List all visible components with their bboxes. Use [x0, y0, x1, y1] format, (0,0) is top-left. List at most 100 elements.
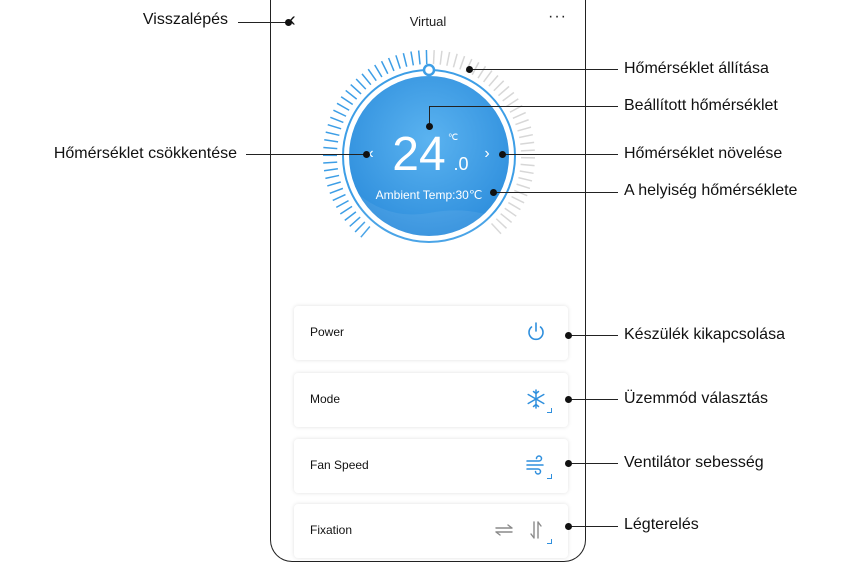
dial-tick	[511, 195, 525, 204]
dial-tick	[345, 89, 358, 100]
wind-icon[interactable]	[524, 453, 548, 477]
dial-tick	[323, 146, 338, 150]
leader-decrease	[246, 154, 366, 155]
callout-decrease: Hőmérséklet csökkentése	[53, 145, 237, 162]
dial-tick	[329, 187, 344, 194]
setpoint-value: 24	[392, 128, 445, 181]
dial-tick	[452, 53, 458, 68]
dial-tick	[327, 123, 342, 130]
increase-arrow[interactable]: ›	[484, 145, 489, 162]
dial-tick	[507, 201, 521, 211]
dial-tick	[335, 199, 349, 209]
marker-setpoint	[426, 123, 433, 130]
dial-tick	[482, 70, 493, 83]
power-label: Power	[310, 325, 345, 339]
marker-decrease	[363, 151, 370, 158]
leader-room-temp	[494, 192, 618, 193]
dial-tick	[380, 60, 389, 75]
callout-swing: Légterelés	[624, 516, 699, 533]
callout-adjust: Hőmérséklet állítása	[624, 60, 769, 77]
dial-tick	[517, 126, 532, 132]
fan-speed-more-indicator	[547, 474, 552, 479]
leader-back	[238, 22, 288, 23]
dial-tick	[488, 75, 499, 87]
fan-speed-label: Fan Speed	[310, 458, 369, 472]
leader-swing	[570, 526, 618, 527]
ambient-temperature: Ambient Temp:30℃	[376, 188, 483, 202]
dial-tick	[512, 111, 526, 119]
vertical-swing-icon[interactable]	[524, 518, 548, 542]
dial-tick	[515, 119, 529, 126]
dial-tick	[324, 139, 339, 143]
leader-power	[570, 335, 618, 336]
dial-tick	[349, 216, 361, 227]
fixation-card[interactable]: Fixation	[294, 504, 568, 558]
callout-setpoint: Beállított hőmérséklet	[624, 97, 778, 114]
dial-tick	[350, 83, 362, 95]
mode-card[interactable]: Mode	[294, 373, 568, 427]
setpoint-unit: ℃	[448, 132, 458, 142]
more-options-icon[interactable]: ···	[548, 8, 567, 26]
marker-adjust	[466, 66, 473, 73]
dial-tick	[332, 193, 346, 202]
dial-tick	[402, 52, 408, 67]
dial-tick	[323, 168, 338, 172]
callout-increase: Hőmérséklet növelése	[624, 145, 783, 162]
dial-tick	[336, 102, 350, 111]
dial-tick	[520, 163, 535, 167]
dial-tick	[417, 50, 421, 65]
power-card[interactable]: Power	[294, 306, 568, 360]
callout-back: Visszalépés	[142, 11, 228, 28]
horizontal-swing-icon[interactable]	[492, 518, 516, 542]
snowflake-icon[interactable]	[524, 387, 548, 411]
dial-tick	[516, 183, 531, 190]
fixation-label: Fixation	[310, 523, 353, 537]
mode-more-indicator	[547, 408, 552, 413]
dial-tick	[459, 55, 466, 70]
dial-tick	[327, 181, 341, 187]
dial-tick	[432, 50, 435, 65]
marker-room-temp	[490, 189, 497, 196]
dial-tick	[325, 131, 340, 137]
dial-tick	[446, 51, 451, 66]
dial-tick	[355, 78, 367, 90]
dial-tick	[387, 57, 395, 72]
leader-adjust	[470, 69, 618, 70]
callout-mode: Üzemmód választás	[624, 390, 769, 407]
dial-tick	[439, 50, 443, 65]
callout-room-temp: A helyiség hőmérséklete	[624, 182, 798, 199]
marker-swing	[565, 523, 572, 530]
dial-tick	[367, 68, 377, 82]
leader-mode	[570, 399, 618, 400]
power-icon[interactable]	[524, 320, 548, 344]
dial-tick	[518, 133, 533, 139]
fan-speed-card[interactable]: Fan Speed	[294, 439, 568, 493]
dial-tick	[323, 161, 338, 164]
dial-tick	[344, 211, 357, 221]
dial-tick	[410, 51, 415, 66]
setpoint-decimal: .0	[453, 154, 468, 174]
dial-tick	[520, 141, 535, 145]
marker-power	[565, 332, 572, 339]
page-title: Virtual	[409, 14, 447, 29]
callout-power: Készülék kikapcsolása	[624, 326, 785, 343]
dial-tick	[340, 96, 354, 106]
dial-tick	[497, 85, 510, 97]
leader-increase	[502, 154, 618, 155]
marker-back	[285, 19, 292, 26]
dial-tick	[502, 91, 515, 102]
marker-mode	[565, 396, 572, 403]
leader-setpoint	[430, 106, 618, 107]
temperature-dial[interactable]: ‹ › 24 ℃ .0 Ambient Temp:30℃	[271, 45, 586, 285]
mode-label: Mode	[310, 392, 341, 406]
dial-tick	[325, 174, 340, 180]
marker-increase	[499, 151, 506, 158]
dial-tick	[520, 149, 535, 152]
callout-fan: Ventilátor sebesség	[624, 454, 764, 471]
phone-screen: ‹ Virtual ··· ‹ › 24 ℃ .0 Ambient Temp:3…	[270, 0, 586, 562]
dial-tick	[518, 176, 533, 182]
dial-tick	[493, 80, 505, 92]
dial-tick	[333, 109, 347, 117]
dial-handle[interactable]	[422, 63, 436, 77]
fixation-more-indicator	[547, 539, 552, 544]
